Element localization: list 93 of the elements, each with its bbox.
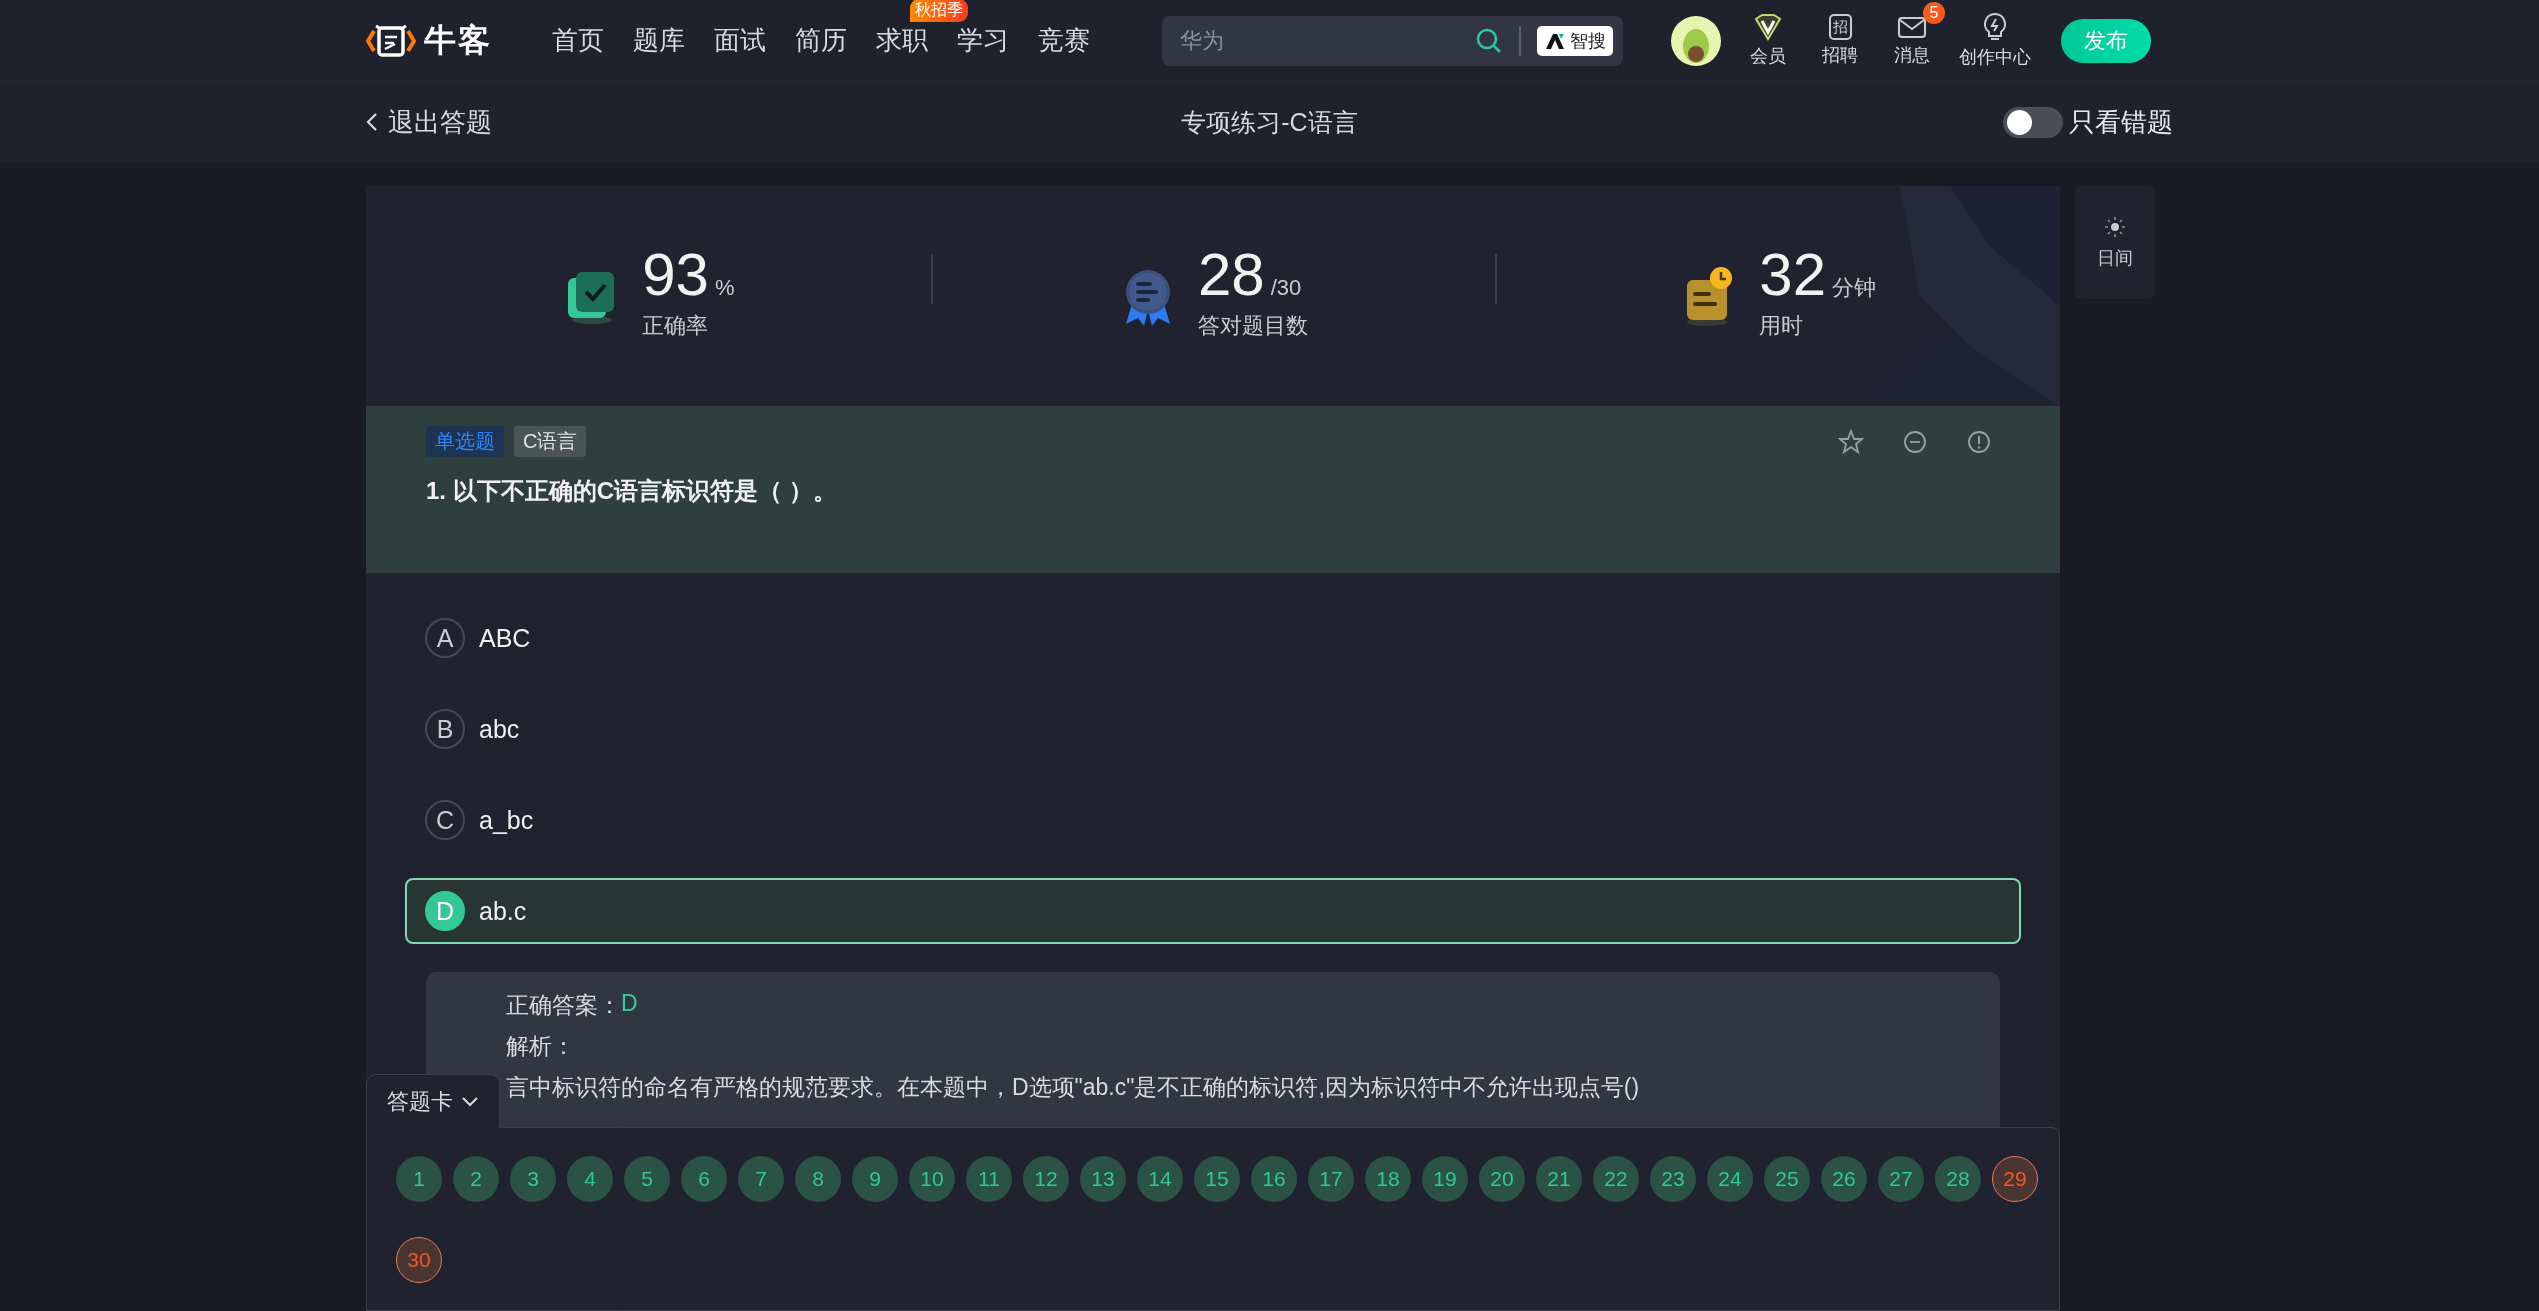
logo-icon bbox=[366, 22, 416, 59]
ai-search-button[interactable]: 智搜 bbox=[1537, 25, 1613, 56]
nav-link[interactable]: 竞赛 bbox=[1038, 23, 1090, 58]
question-number[interactable]: 3 bbox=[510, 1156, 556, 1202]
question-number[interactable]: 20 bbox=[1479, 1156, 1525, 1202]
search-field[interactable]: 华为 智搜 bbox=[1162, 15, 1623, 66]
lightbulb-icon bbox=[1982, 12, 2008, 42]
answer-option[interactable]: B abc bbox=[405, 696, 2021, 762]
option-text: a_bc bbox=[479, 805, 534, 835]
question-tag: C语言 bbox=[514, 426, 587, 457]
question-number[interactable]: 9 bbox=[852, 1156, 898, 1202]
avatar-icon[interactable] bbox=[1671, 15, 1721, 66]
vip-link[interactable]: 会员 bbox=[1743, 13, 1793, 68]
question-number[interactable]: 28 bbox=[1935, 1156, 1981, 1202]
promo-badge: 秋招季 bbox=[910, 0, 968, 22]
page-title: 专项练习-C语言 bbox=[1181, 106, 1358, 138]
back-link[interactable]: 退出答题 bbox=[366, 104, 492, 140]
question-number[interactable]: 24 bbox=[1707, 1156, 1753, 1202]
answer-option[interactable]: C a_bc bbox=[405, 787, 2021, 853]
answer-label: 正确答案： bbox=[506, 991, 621, 1020]
question-number[interactable]: 1 bbox=[396, 1156, 442, 1202]
explanation-label: 解析： bbox=[506, 1032, 576, 1061]
question-number[interactable]: 23 bbox=[1650, 1156, 1696, 1202]
info-icon[interactable] bbox=[1966, 428, 1992, 455]
minus-circle-icon[interactable] bbox=[1902, 428, 1928, 455]
question-number[interactable]: 22 bbox=[1593, 1156, 1639, 1202]
theme-button[interactable]: 日间 bbox=[2075, 186, 2155, 299]
stat-label: 用时 bbox=[1759, 312, 1805, 340]
question-number[interactable]: 13 bbox=[1080, 1156, 1126, 1202]
answer-option[interactable]: A ABC bbox=[405, 605, 2021, 671]
count-badge: 5 bbox=[1923, 2, 1945, 24]
nav-link[interactable]: 简历 bbox=[795, 23, 847, 58]
explanation-text: 言中标识符的命名有严格的规范要求。在本题中，D选项"ab.c"是不正确的标识符,因为标识符中不允许出现点号() bbox=[506, 1073, 1641, 1102]
question-number[interactable]: 11 bbox=[966, 1156, 1012, 1202]
question-number[interactable]: 4 bbox=[567, 1156, 613, 1202]
question-number[interactable]: 8 bbox=[795, 1156, 841, 1202]
nav-link[interactable]: 学习 bbox=[957, 23, 1009, 58]
question-number[interactable]: 26 bbox=[1821, 1156, 1867, 1202]
switch[interactable] bbox=[2003, 106, 2063, 138]
question-number[interactable]: 16 bbox=[1251, 1156, 1297, 1202]
question-text: 1. 以下不正确的C语言标识符是（ ）。 bbox=[426, 476, 838, 506]
star-icon[interactable] bbox=[1838, 428, 1864, 455]
logo-text[interactable]: 牛客 bbox=[424, 18, 492, 63]
question-number[interactable]: 30 bbox=[396, 1237, 442, 1283]
question-number[interactable]: 19 bbox=[1422, 1156, 1468, 1202]
stat-value: 93 bbox=[642, 245, 709, 305]
stat-unit: 分钟 bbox=[1832, 274, 1877, 302]
question-number[interactable]: 12 bbox=[1023, 1156, 1069, 1202]
chevron-down-icon bbox=[461, 1095, 479, 1108]
question-number[interactable]: 17 bbox=[1308, 1156, 1354, 1202]
nav-link[interactable]: 首页 bbox=[552, 23, 604, 58]
nav-link[interactable]: 面试 bbox=[714, 23, 766, 58]
question-number[interactable]: 2 bbox=[453, 1156, 499, 1202]
option-letter: B bbox=[425, 709, 465, 749]
recruit-icon: 招 bbox=[1828, 14, 1852, 40]
question-number[interactable]: 10 bbox=[909, 1156, 955, 1202]
question-number[interactable]: 18 bbox=[1365, 1156, 1411, 1202]
mail-icon bbox=[1897, 14, 1927, 40]
chevron-left-icon bbox=[366, 112, 378, 132]
question-number[interactable]: 6 bbox=[681, 1156, 727, 1202]
stat-value: 32 bbox=[1759, 245, 1827, 305]
option-letter: A bbox=[425, 618, 465, 658]
create-link[interactable]: 创作中心 bbox=[1959, 12, 2031, 69]
option-text: ab.c bbox=[479, 896, 527, 926]
question-number[interactable]: 21 bbox=[1536, 1156, 1582, 1202]
question-number[interactable]: 25 bbox=[1764, 1156, 1810, 1202]
question-number[interactable]: 29 bbox=[1992, 1156, 2038, 1202]
stat-unit: % bbox=[714, 275, 735, 301]
question-number[interactable]: 14 bbox=[1137, 1156, 1183, 1202]
sun-icon bbox=[2104, 215, 2126, 238]
answer-option[interactable]: D ab.c bbox=[405, 878, 2021, 944]
stat-unit: /30 bbox=[1270, 275, 1302, 301]
question-number[interactable]: 27 bbox=[1878, 1156, 1924, 1202]
option-letter: D bbox=[425, 891, 465, 931]
question-number[interactable]: 15 bbox=[1194, 1156, 1240, 1202]
answer-card-tab[interactable]: 答题卡 bbox=[366, 1074, 500, 1128]
stat-value: 28 bbox=[1198, 245, 1265, 305]
stat-label: 答对题目数 bbox=[1198, 312, 1308, 340]
nav-link[interactable]: 题库 bbox=[633, 23, 685, 58]
question-tag: 单选题 bbox=[426, 426, 504, 457]
ai-logo-icon bbox=[1544, 31, 1566, 50]
option-text: abc bbox=[479, 714, 520, 744]
wrong-only-toggle[interactable]: 只看错题 bbox=[2003, 104, 2173, 140]
diamond-icon bbox=[1753, 13, 1783, 41]
question-number[interactable]: 5 bbox=[624, 1156, 670, 1202]
nav-link[interactable]: 求职 bbox=[876, 23, 928, 58]
recruit-link[interactable]: 招 招聘 bbox=[1815, 14, 1865, 67]
question-number[interactable]: 7 bbox=[738, 1156, 784, 1202]
stat-label: 正确率 bbox=[642, 312, 710, 340]
answer-value: D bbox=[621, 990, 638, 1018]
option-letter: C bbox=[425, 800, 465, 840]
option-text: ABC bbox=[479, 623, 531, 653]
search-icon[interactable] bbox=[1475, 26, 1503, 55]
